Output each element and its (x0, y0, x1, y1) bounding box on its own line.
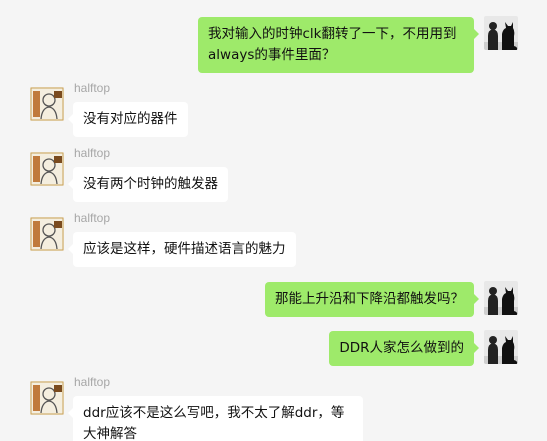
sender-name: halftop (74, 146, 111, 160)
message-bubble-incoming[interactable]: ddr应该不是这么写吧，我不太了解ddr，等大神解答 (68, 396, 363, 441)
contact-avatar[interactable] (30, 381, 64, 415)
message-bubble-outgoing[interactable]: 那能上升沿和下降沿都触发吗？ (265, 282, 479, 317)
cat-silhouette-avatar-icon (484, 281, 518, 315)
message-bubble-incoming[interactable]: 没有对应的器件 (68, 102, 188, 137)
self-avatar[interactable] (484, 16, 518, 50)
message-bubble-incoming[interactable]: 应该是这样，硬件描述语言的魅力 (68, 232, 296, 267)
self-avatar[interactable] (484, 281, 518, 315)
sender-name: halftop (74, 375, 111, 389)
contact-avatar[interactable] (30, 152, 64, 186)
sketch-avatar-icon (30, 217, 64, 251)
contact-avatar[interactable] (30, 217, 64, 251)
cat-silhouette-avatar-icon (484, 16, 518, 50)
sketch-avatar-icon (30, 152, 64, 186)
contact-avatar[interactable] (30, 87, 64, 121)
message-bubble-incoming[interactable]: 没有两个时钟的触发器 (68, 167, 228, 202)
cat-silhouette-avatar-icon (484, 330, 518, 364)
sketch-avatar-icon (30, 381, 64, 415)
message-bubble-outgoing[interactable]: DDR人家怎么做到的 (329, 331, 479, 366)
self-avatar[interactable] (484, 330, 518, 364)
chat-area: 我对输入的时钟clk翻转了一下，不用用到always的事件里面？ halftop… (0, 0, 547, 441)
sender-name: halftop (74, 211, 111, 225)
sender-name: halftop (74, 81, 111, 95)
message-bubble-outgoing[interactable]: 我对输入的时钟clk翻转了一下，不用用到always的事件里面？ (198, 17, 479, 73)
sketch-avatar-icon (30, 87, 64, 121)
